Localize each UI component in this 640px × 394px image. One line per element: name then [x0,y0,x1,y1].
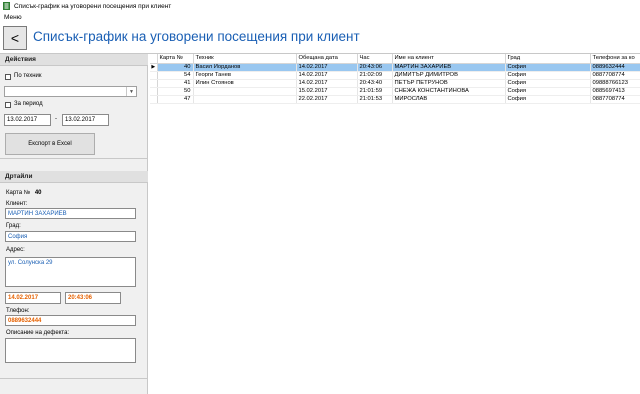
by-technician-checkbox[interactable] [5,74,11,80]
table-cell[interactable]: 14.02.2017 [296,71,358,80]
table-cell[interactable]: 14.02.2017 [296,63,358,72]
table-cell[interactable]: 22.02.2017 [296,95,358,104]
column-header[interactable]: Техник [193,54,297,64]
table-cell[interactable]: 14.02.2017 [296,79,358,88]
table-cell[interactable]: 47 [157,95,194,104]
table-cell[interactable]: 0885697413 [590,87,640,96]
left-panel: Действия По техник ▼ За период 13.02.201… [0,54,148,394]
city-label: Град: [6,223,21,229]
city-field[interactable]: София [5,231,136,242]
column-header[interactable]: Град [505,54,591,64]
date-field[interactable]: 14.02.2017 [5,292,61,304]
table-cell[interactable]: 21:02:09 [357,71,393,80]
page-header: < Списък-график на уговорени посещения п… [0,22,640,54]
card-label: Карта № 40 [6,190,42,196]
table-cell[interactable]: СНЕЖА КОНСТАНТИНОВА [392,87,506,96]
table-cell[interactable]: 0889632444 [590,63,640,72]
table-header-row: Карта № Техник Обещана дата Час Име на к… [150,54,640,64]
row-header[interactable] [150,87,158,96]
column-header[interactable]: Карта № [157,54,194,64]
date-from-input[interactable]: 13.02.2017 [4,114,51,126]
table-cell[interactable]: София [505,87,591,96]
table-row[interactable]: 41 Илин Стоянов 14.02.2017 20:43:40 ПЕТЪ… [150,79,640,88]
table-cell[interactable]: София [505,63,591,72]
table-cell[interactable]: София [505,95,591,104]
table-cell[interactable]: 20:43:06 [357,63,393,72]
section-divider [0,158,148,159]
column-header[interactable]: Обещана дата [296,54,358,64]
table-cell[interactable] [193,87,297,96]
table-cell[interactable]: Илин Стоянов [193,79,297,88]
defect-field[interactable] [5,338,136,363]
table-cell[interactable]: Георги Танев [193,71,297,80]
by-technician-label: По техник [14,73,42,79]
table-cell[interactable]: 20:43:40 [357,79,393,88]
menu-bar: Меню [0,12,640,22]
table-cell[interactable]: 41 [157,79,194,88]
table-cell[interactable]: 0887708774 [590,95,640,104]
export-excel-button[interactable]: Експорт в Excel [5,133,95,155]
table-row[interactable]: 47 22.02.2017 21:01:53 МИРОСЛАВ София 08… [150,95,640,104]
window-title: Списък-график на уговорени посещения при… [14,2,172,10]
table-row[interactable]: 50 15.02.2017 21:01:59 СНЕЖА КОНСТАНТИНО… [150,87,640,96]
table-cell[interactable]: Васил Йорданов [193,63,297,72]
table-cell[interactable]: ПЕТЪР ПЕТРУНОВ [392,79,506,88]
table-row[interactable]: 54 Георги Танев 14.02.2017 21:02:09 ДИМИ… [150,71,640,80]
table-cell[interactable]: 40 [157,63,194,72]
row-header[interactable] [150,95,158,104]
date-range-separator: - [55,116,57,122]
table-cell[interactable]: 21:01:59 [357,87,393,96]
app-icon [3,2,10,10]
row-header-corner [150,54,158,64]
page-title: Списък-график на уговорени посещения при… [33,29,360,44]
address-field[interactable]: ул. Солунска 29 [5,257,136,287]
table-cell[interactable]: 21:01:53 [357,95,393,104]
selected-row-indicator-icon: ▶ [150,63,158,72]
actions-heading: Действия [0,54,148,66]
table-cell[interactable]: 54 [157,71,194,80]
table-cell[interactable]: 0887708774 [590,71,640,80]
defect-label: Описание на дефекта: [6,330,70,336]
by-period-checkbox[interactable] [5,102,11,108]
client-field[interactable]: МАРТИН ЗАХАРИЕВ [5,208,136,219]
details-heading: Дртайли [0,171,148,183]
table-cell[interactable]: 09888766123 [590,79,640,88]
row-header[interactable] [150,79,158,88]
card-label-text: Карта № [6,190,31,196]
phone-label: Тлефон: [6,308,30,314]
table-cell[interactable]: 50 [157,87,194,96]
column-header[interactable]: Телефони за ко [590,54,640,64]
card-number: 40 [34,190,42,196]
time-field[interactable]: 20:43:06 [65,292,121,304]
client-label: Клиент: [6,201,28,207]
window-titlebar: Списък-график на уговорени посещения при… [0,0,640,12]
table-cell[interactable]: МАРТИН ЗАХАРИЕВ [392,63,506,72]
table-cell[interactable]: ДИМИТЪР ДИМИТРОВ [392,71,506,80]
row-header[interactable] [150,71,158,80]
bottom-divider [0,378,148,379]
visits-table: Карта № Техник Обещана дата Час Име на к… [150,54,640,394]
table-cell[interactable]: София [505,79,591,88]
table-cell[interactable]: София [505,71,591,80]
table-cell[interactable]: МИРОСЛАВ [392,95,506,104]
back-button[interactable]: < [3,26,27,50]
column-header[interactable]: Час [357,54,393,64]
chevron-down-icon[interactable]: ▼ [126,87,136,96]
table-row[interactable]: ▶ 40 Васил Йорданов 14.02.2017 20:43:06 … [150,63,640,72]
table-cell[interactable]: 15.02.2017 [296,87,358,96]
column-header[interactable]: Име на клиент [392,54,506,64]
by-period-label: За период [14,101,43,107]
date-to-input[interactable]: 13.02.2017 [62,114,109,126]
phone-field[interactable]: 0889632444 [5,315,136,326]
menu-item-main[interactable]: Меню [4,14,22,21]
address-label: Адрес: [6,247,25,253]
table-cell[interactable] [193,95,297,104]
technician-select[interactable]: ▼ [4,86,137,97]
